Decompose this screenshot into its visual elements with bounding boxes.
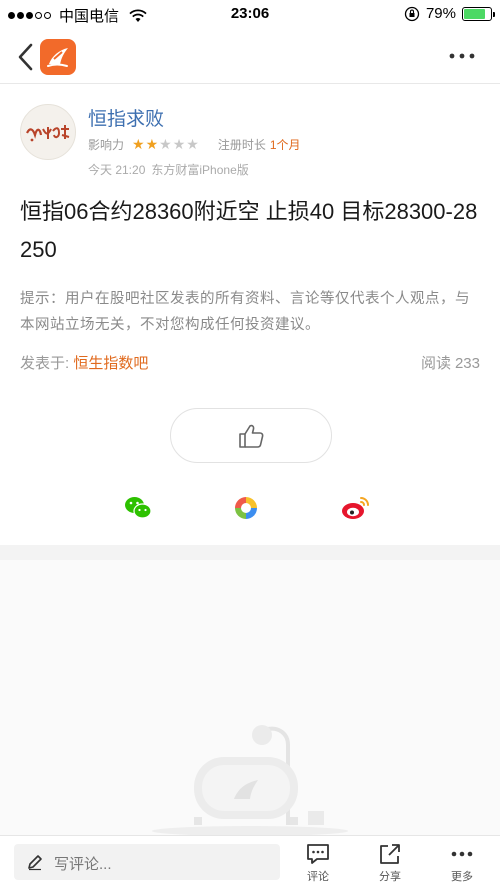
wechat-moments-icon[interactable] [233,495,259,521]
star-filled-icon: ★ [145,136,160,152]
weibo-icon[interactable] [341,495,371,521]
status-bar: 中国电信 23:06 79% [0,0,500,30]
forum-link[interactable]: 恒生指数吧 [73,355,148,372]
like-button[interactable] [170,408,332,463]
register-label: 注册时长 [217,138,266,152]
share-button[interactable]: 分享 [360,842,420,886]
star-empty-icon: ★ [159,136,173,152]
posted-in-label: 发表于: [20,355,70,372]
avatar[interactable] [20,104,76,160]
comment-label: 评论 [307,871,329,883]
more-dots-icon[interactable] [448,52,476,60]
star-filled-icon: ★ [132,136,146,152]
read-count: 阅读 233 [421,352,480,373]
star-empty-icon: ★ [172,136,187,152]
share-label: 分享 [379,871,401,883]
post-source: 东方财富iPhone版 [151,163,249,177]
disclaimer-text: 提示：用户在股吧社区发表的所有资料、言论等仅代表个人观点，与本网站立场无关，不对… [20,291,470,333]
share-icon [380,844,400,864]
post-time: 今天 21:20 [88,163,146,177]
comment-button[interactable]: 评论 [288,842,348,886]
more-label: 更多 [451,871,473,883]
influence-stars: ★★★★★ [132,136,200,153]
empty-comments-illustration [152,725,348,835]
comment-input[interactable]: 写评论... [14,844,280,880]
read-count-value: 233 [454,355,480,372]
share-row [0,495,500,525]
section-divider [0,545,500,560]
more-button[interactable]: 更多 [432,842,492,886]
battery-fill [464,8,485,19]
comment-placeholder: 写评论... [54,856,112,873]
orientation-lock-icon [404,6,420,21]
influence-label: 影响力 [88,138,125,152]
nav-bar [0,30,500,84]
author-meta: 影响力 ★★★★★ 注册时长 1个月 [88,136,301,153]
posted-in: 发表于: 恒生指数吧 [20,352,148,373]
chevron-left-icon[interactable] [14,40,38,74]
post-title: 恒指06合约28360附近空 止损40 目标28300-28250 [20,199,478,262]
comment-icon [307,844,329,864]
pen-icon [28,855,42,871]
battery-icon [462,6,495,21]
author-name[interactable]: 恒指求败 [88,104,164,131]
eastmoney-logo-icon[interactable] [40,39,76,75]
thumbs-up-icon [239,424,264,448]
battery-percent: 79% [425,5,456,22]
star-empty-icon: ★ [186,136,200,152]
register-value: 1个月 [269,138,301,152]
read-label: 阅读 [420,355,451,372]
post-time-row: 今天 21:20 东方财富iPhone版 [88,161,249,178]
bottom-bar: 写评论... 评论 分享 更多 [0,835,500,889]
more-horizontal-icon [451,851,473,857]
status-right: 79% [404,5,495,22]
wechat-icon[interactable] [124,495,152,521]
